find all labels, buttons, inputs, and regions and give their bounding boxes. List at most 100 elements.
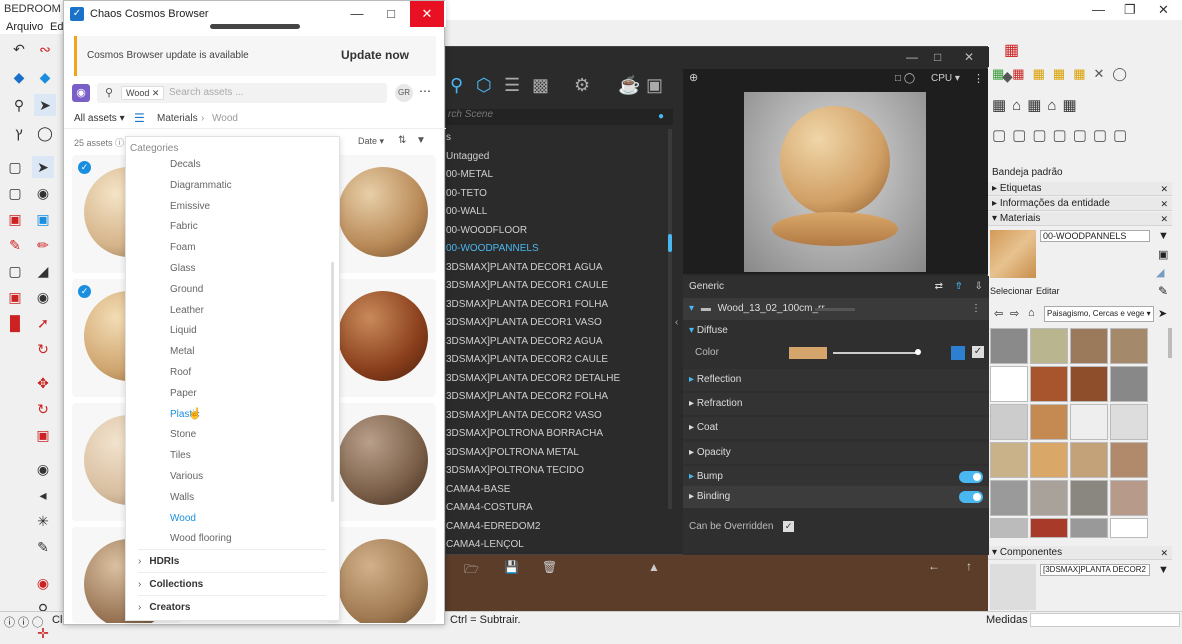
frame-buffer-icon[interactable]: ▣ bbox=[646, 75, 663, 96]
material-name-field[interactable]: 00-WOODPANNELS bbox=[1040, 230, 1150, 242]
menu-editar[interactable]: Ed bbox=[50, 21, 63, 33]
category-item[interactable]: Decals bbox=[170, 159, 201, 170]
avatar[interactable]: GR bbox=[395, 84, 413, 102]
library-scrollbar[interactable] bbox=[1168, 328, 1172, 358]
material-list-item[interactable]: 00-WOODPANNELS bbox=[446, 240, 668, 259]
export-icon[interactable]: ⇩ bbox=[975, 276, 983, 298]
maximize-icon[interactable]: □ bbox=[934, 50, 941, 64]
material-list-item[interactable]: 3DSMAX]PLANTA DECOR2 FOLHA bbox=[446, 388, 668, 407]
all-assets-dropdown[interactable]: All assets ▾ bbox=[74, 113, 125, 124]
material-list-item[interactable]: 3DSMAX]PLANTA DECOR1 AGUA bbox=[446, 259, 668, 278]
back-arrow-icon[interactable]: ← bbox=[928, 559, 940, 573]
cosmos-logo-icon[interactable]: ◉ bbox=[72, 84, 90, 102]
category-item[interactable]: Walls bbox=[170, 492, 194, 503]
swatch[interactable] bbox=[1110, 366, 1148, 402]
search-input[interactable]: ⚲ Wood ✕ Search assets ... bbox=[97, 83, 387, 103]
forward-icon[interactable]: ⇨ bbox=[1010, 307, 1019, 320]
category-item[interactable]: Paper bbox=[170, 388, 197, 399]
back-icon[interactable]: ⇦ bbox=[994, 307, 1003, 320]
sort-dropdown[interactable]: Date ▾ bbox=[358, 136, 384, 147]
swatch[interactable] bbox=[1070, 480, 1108, 516]
coat-row[interactable]: ▸ Coat bbox=[683, 417, 989, 439]
pie-icon[interactable]: ➚ bbox=[32, 312, 54, 334]
diffuse-row[interactable]: ▾ Diffuse bbox=[683, 320, 989, 342]
material-list-item[interactable]: CAMA4-EDREDOM2 bbox=[446, 518, 668, 537]
minimize-icon[interactable]: — bbox=[1092, 2, 1105, 17]
save-icon[interactable]: 💾 bbox=[504, 560, 519, 574]
category-item[interactable]: Wood bbox=[170, 513, 196, 524]
panel-materials[interactable]: ▾ Materiais ✕ bbox=[988, 212, 1172, 226]
swatch[interactable] bbox=[1030, 366, 1068, 402]
chip-close-icon[interactable]: ✕ bbox=[152, 88, 160, 98]
protractor-icon[interactable]: ◂ bbox=[32, 484, 54, 506]
panel-entity-info[interactable]: ▸ Informações da entidade ✕ bbox=[988, 197, 1172, 211]
category-item[interactable]: Roof bbox=[170, 367, 191, 378]
texture-slot-icon[interactable] bbox=[951, 346, 965, 360]
component-name-field[interactable]: [3DSMAX]PLANTA DECOR2 bbox=[1040, 564, 1150, 576]
bump-row[interactable]: ▸ Bump bbox=[683, 466, 989, 488]
swatch[interactable] bbox=[1030, 442, 1068, 478]
restore-icon[interactable]: ❐ bbox=[1124, 2, 1136, 18]
menu-arquivo[interactable]: Arquivo bbox=[6, 21, 43, 33]
vray-search-input[interactable]: rch Scene bbox=[446, 109, 673, 125]
layer-row[interactable]: ▾ ▬ Wood_13_02_100cm_rr ⋮ bbox=[683, 298, 989, 320]
swatch[interactable] bbox=[1110, 518, 1148, 538]
category-item[interactable]: Liquid bbox=[170, 325, 197, 336]
material-list-item[interactable]: 00-METAL bbox=[446, 166, 668, 185]
close-icon[interactable]: ✕ bbox=[1160, 182, 1168, 196]
create-material-icon[interactable]: ▼ bbox=[1158, 230, 1169, 242]
category-item[interactable]: Emissive bbox=[170, 201, 210, 212]
more-icon[interactable]: ⋯ bbox=[419, 84, 431, 98]
swatch[interactable] bbox=[990, 480, 1028, 516]
add-layer-icon[interactable]: ⇄ bbox=[935, 276, 943, 298]
binding-row[interactable]: ▸ Binding bbox=[683, 486, 989, 508]
color-slider[interactable] bbox=[833, 352, 919, 354]
binding-toggle[interactable] bbox=[959, 491, 983, 503]
measures-field[interactable] bbox=[1030, 613, 1180, 627]
material-list-item[interactable]: 3DSMAX]POLTRONA METAL bbox=[446, 444, 668, 463]
close-icon[interactable]: ✕ bbox=[1160, 197, 1168, 211]
camera-icon[interactable]: ▢ bbox=[4, 156, 26, 178]
category-item[interactable]: Tiles bbox=[170, 450, 191, 461]
filter-icon[interactable]: ▼ bbox=[416, 135, 426, 146]
swatch[interactable] bbox=[990, 518, 1028, 538]
render-mode[interactable]: CPU ▾ bbox=[931, 73, 960, 84]
swatch[interactable] bbox=[1110, 480, 1148, 516]
swatch[interactable] bbox=[1030, 480, 1068, 516]
arrow-select-icon[interactable]: ➤ bbox=[34, 94, 56, 116]
material-list-item[interactable]: 3DSMAX]PLANTA DECOR1 FOLHA bbox=[446, 296, 668, 315]
material-list-item[interactable]: 3DSMAX]PLANTA DECOR2 AGUA bbox=[446, 333, 668, 352]
group-hdris[interactable]: › HDRIs bbox=[138, 556, 179, 567]
material-list-item[interactable]: s bbox=[446, 129, 668, 148]
sort-order-icon[interactable]: ⇅ bbox=[398, 135, 406, 146]
category-item[interactable]: Ground bbox=[170, 284, 203, 295]
rotated-rectangle-icon[interactable]: ◢ bbox=[32, 260, 54, 282]
refraction-row[interactable]: ▸ Refraction bbox=[683, 393, 989, 415]
close-icon[interactable]: ✕ bbox=[1160, 212, 1168, 226]
sample-icon[interactable]: ▣ bbox=[1158, 248, 1168, 261]
tab-selecionar[interactable]: Selecionar bbox=[990, 286, 1033, 296]
close-icon[interactable]: ✕ bbox=[964, 50, 974, 64]
eraser-icon[interactable]: ◆ bbox=[34, 66, 56, 88]
material-list-item[interactable]: 3DSMAX]PLANTA DECOR2 DETALHE bbox=[446, 370, 668, 389]
swatch[interactable] bbox=[990, 366, 1028, 402]
dimension-icon[interactable]: ✎ bbox=[32, 536, 54, 558]
material-list-item[interactable]: 3DSMAX]PLANTA DECOR2 CAULE bbox=[446, 351, 668, 370]
up-arrow-icon[interactable]: ↑ bbox=[966, 559, 972, 573]
layers-icon[interactable]: ☰ bbox=[504, 75, 520, 96]
paint-bucket-icon[interactable]: ◆ bbox=[8, 66, 30, 88]
import-icon[interactable]: ⇮ bbox=[955, 276, 963, 298]
material-list-item[interactable]: 3DSMAX]PLANTA DECOR1 CAULE bbox=[446, 277, 668, 296]
shape-icon[interactable]: ▢ bbox=[4, 182, 26, 204]
asset-thumbnail[interactable] bbox=[326, 527, 436, 623]
color-checkbox[interactable]: ✓ bbox=[972, 346, 984, 358]
swatch[interactable] bbox=[1070, 404, 1108, 440]
swatch[interactable] bbox=[990, 328, 1028, 364]
slider-handle[interactable] bbox=[915, 349, 921, 355]
light-icon[interactable]: ⚲ bbox=[450, 75, 463, 96]
tape-icon[interactable]: ◉ bbox=[32, 458, 54, 480]
box-icon[interactable]: ▣ bbox=[32, 208, 54, 230]
polygon-icon[interactable]: ◉ bbox=[32, 286, 54, 308]
swatch[interactable] bbox=[1110, 404, 1148, 440]
tray-icons-row3[interactable]: ▦⌂▦⌂▦ bbox=[992, 96, 1083, 114]
